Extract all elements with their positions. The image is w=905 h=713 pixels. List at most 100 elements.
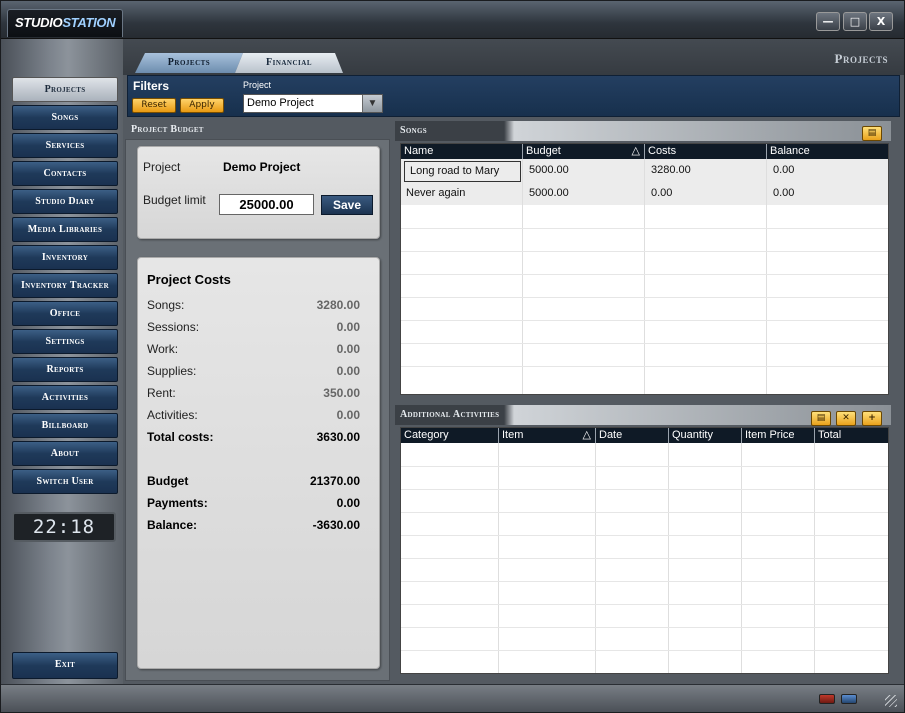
tab-financial[interactable]: Financial <box>235 53 343 73</box>
main-area: Projects Financial Projects Filters Rese… <box>123 39 904 684</box>
title-bar: STUDIOSTATION — □ X <box>1 1 904 39</box>
grid-divider <box>401 489 888 490</box>
grid-divider <box>401 274 888 275</box>
grid-divider <box>401 604 888 605</box>
grid-divider <box>401 535 888 536</box>
total-costs-row: Total costs: 3630.00 <box>147 430 360 448</box>
column-header-category[interactable]: Category <box>401 428 498 443</box>
sidebar-item-about[interactable]: About <box>12 441 118 466</box>
sidebar-item-billboard[interactable]: Billboard <box>12 413 118 438</box>
summary-value: -3630.00 <box>312 518 360 532</box>
cost-value: 0.00 <box>336 342 360 356</box>
songs-heading: Songs <box>395 121 891 141</box>
sidebar-item-switch-user[interactable]: Switch User <box>12 469 118 494</box>
song-name-cell[interactable]: Long road to Mary <box>404 161 521 182</box>
add-icon[interactable]: + <box>862 411 882 426</box>
summary-label: Payments: <box>147 496 208 510</box>
sidebar-item-contacts[interactable]: Contacts <box>12 161 118 186</box>
project-value: Demo Project <box>223 160 301 174</box>
sidebar-item-inventory[interactable]: Inventory <box>12 245 118 270</box>
budget-limit-input[interactable]: 25000.00 <box>219 194 314 215</box>
column-header-name[interactable]: Name <box>401 144 522 159</box>
sort-ascending-icon: △ <box>582 429 591 441</box>
logo-text-a: STUDIO <box>15 15 63 30</box>
cost-row: Work: 0.00 <box>147 342 360 360</box>
app-logo: STUDIOSTATION <box>7 9 123 37</box>
songs-grid-header: Name Budget △ Costs Balance <box>401 144 888 159</box>
sidebar-item-songs[interactable]: Songs <box>12 105 118 130</box>
song-balance-cell[interactable]: 0.00 <box>768 182 794 205</box>
column-header-item[interactable]: Item △ <box>498 428 595 443</box>
sidebar-item-settings[interactable]: Settings <box>12 329 118 354</box>
sort-ascending-icon: △ <box>631 145 640 157</box>
cost-value: 0.00 <box>336 364 360 378</box>
document-icon[interactable]: ▤ <box>811 411 831 426</box>
grid-divider <box>401 251 888 252</box>
sidebar-item-activities[interactable]: Activities <box>12 385 118 410</box>
song-budget-cell[interactable]: 5000.00 <box>524 182 569 205</box>
reset-button[interactable]: Reset <box>132 98 176 113</box>
cost-label: Supplies: <box>147 364 197 378</box>
document-icon[interactable]: ▤ <box>862 126 882 141</box>
column-header-balance[interactable]: Balance <box>766 144 888 159</box>
song-budget-cell[interactable]: 5000.00 <box>524 159 569 182</box>
cost-label: Total costs: <box>147 430 214 444</box>
grid-divider <box>401 320 888 321</box>
grid-divider <box>401 297 888 298</box>
close-button[interactable]: X <box>869 12 893 31</box>
sidebar-item-office[interactable]: Office <box>12 301 118 326</box>
budget-row: Budget 21370.00 <box>147 474 360 492</box>
column-header-quantity[interactable]: Quantity <box>668 428 741 443</box>
column-header-budget[interactable]: Budget △ <box>522 144 644 159</box>
sidebar-item-reports[interactable]: Reports <box>12 357 118 382</box>
project-budget-heading: Project Budget <box>131 124 204 135</box>
column-header-item-price[interactable]: Item Price <box>741 428 814 443</box>
page-title: Projects <box>834 51 888 66</box>
grid-divider <box>401 512 888 513</box>
budget-limit-label: Budget limit <box>143 193 206 207</box>
grid-divider <box>401 581 888 582</box>
save-button[interactable]: Save <box>321 195 373 215</box>
sidebar-item-studio-diary[interactable]: Studio Diary <box>12 189 118 214</box>
tab-projects[interactable]: Projects <box>135 53 243 73</box>
songs-title: Songs <box>400 125 427 136</box>
exit-button[interactable]: Exit <box>12 652 118 679</box>
clock-display: 22:18 <box>12 512 116 542</box>
column-header-item-label: Item <box>502 429 524 441</box>
resize-grip-icon[interactable] <box>885 695 897 707</box>
column-header-date[interactable]: Date <box>595 428 668 443</box>
balance-row: Balance: -3630.00 <box>147 518 360 536</box>
sidebar-item-inventory-tracker[interactable]: Inventory Tracker <box>12 273 118 298</box>
column-header-total[interactable]: Total <box>814 428 888 443</box>
column-header-costs[interactable]: Costs <box>644 144 766 159</box>
cost-label: Sessions: <box>147 320 200 334</box>
summary-label: Budget <box>147 474 189 488</box>
songs-grid: Name Budget △ Costs Balance Long road to … <box>400 143 889 395</box>
project-label: Project <box>143 160 181 174</box>
payments-row: Payments: 0.00 <box>147 496 360 514</box>
cost-row: Rent: 350.00 <box>147 386 360 404</box>
sidebar-item-media-libraries[interactable]: Media Libraries <box>12 217 118 242</box>
maximize-button[interactable]: □ <box>843 12 867 31</box>
minimize-button[interactable]: — <box>816 12 840 31</box>
cost-value: 350.00 <box>323 386 360 400</box>
song-costs-cell[interactable]: 0.00 <box>646 182 672 205</box>
filters-title: Filters <box>133 79 170 93</box>
song-balance-cell[interactable]: 0.00 <box>768 159 794 182</box>
apply-button[interactable]: Apply <box>180 98 224 113</box>
cost-label: Work: <box>147 342 179 356</box>
grid-divider <box>766 159 767 394</box>
delete-icon[interactable]: ✕ <box>836 411 856 426</box>
cost-value: 0.00 <box>336 408 360 422</box>
budget-limit-card: Project Demo Project Budget limit 25000.… <box>137 146 380 239</box>
project-select[interactable]: Demo Project ▼ <box>243 94 383 113</box>
sidebar-item-services[interactable]: Services <box>12 133 118 158</box>
grid-divider <box>401 466 888 467</box>
grid-divider <box>401 228 888 229</box>
chevron-down-icon[interactable]: ▼ <box>362 95 382 112</box>
project-filter-label: Project <box>243 80 272 90</box>
grid-divider <box>401 627 888 628</box>
song-name-cell[interactable]: Never again <box>401 182 465 205</box>
sidebar-item-projects[interactable]: Projects <box>12 77 118 102</box>
song-costs-cell[interactable]: 3280.00 <box>646 159 691 182</box>
